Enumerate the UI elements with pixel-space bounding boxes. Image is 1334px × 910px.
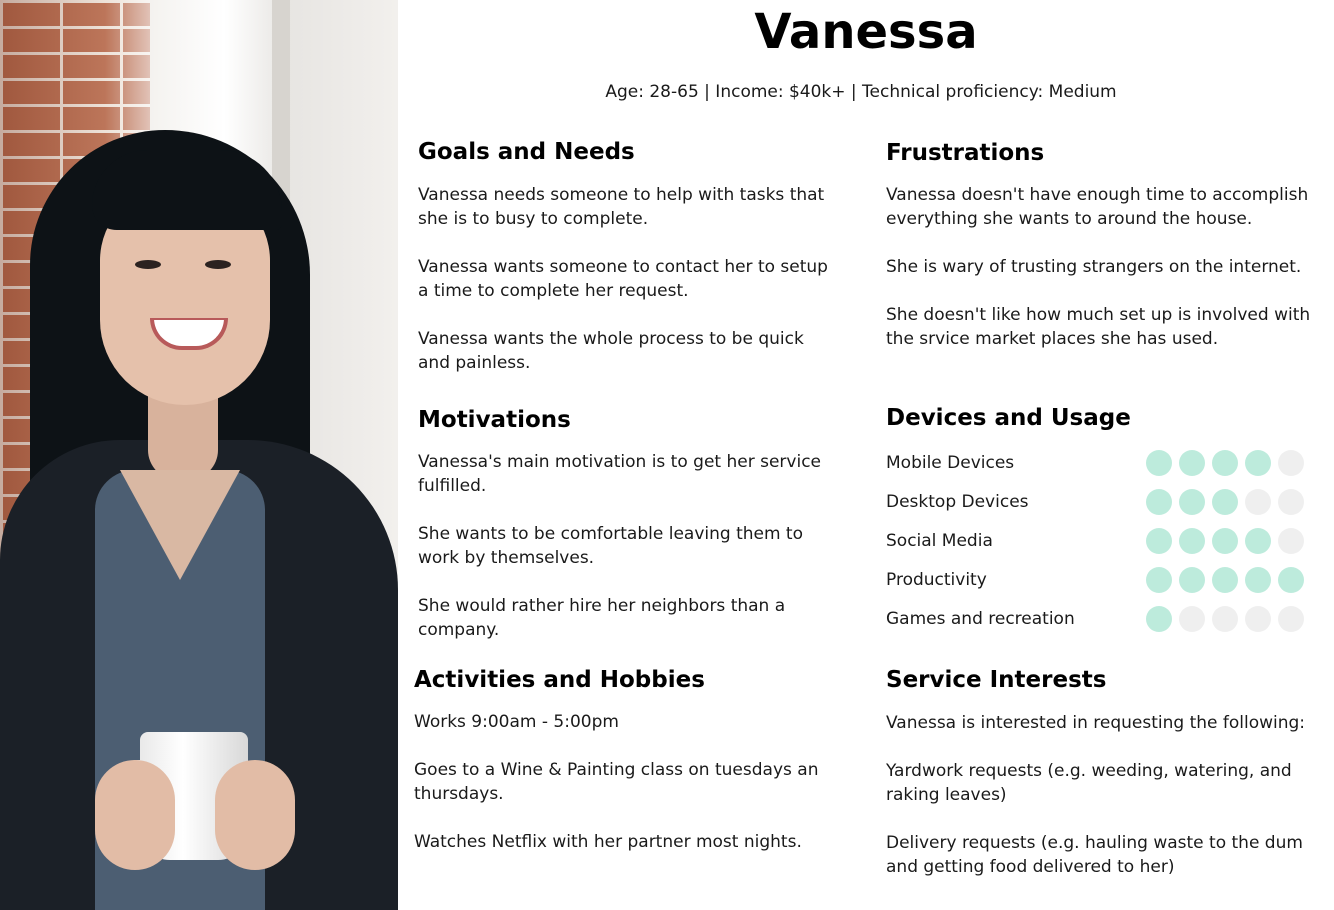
frustrations-heading: Frustrations bbox=[886, 140, 1045, 166]
device-usage-row: Mobile Devices bbox=[886, 450, 1306, 489]
usage-dot-empty bbox=[1278, 450, 1304, 476]
hair-fringe bbox=[92, 150, 282, 230]
usage-dot-filled bbox=[1278, 567, 1304, 593]
usage-dot-empty bbox=[1278, 528, 1304, 554]
device-usage-label: Desktop Devices bbox=[886, 492, 1029, 512]
usage-dot-filled bbox=[1179, 528, 1205, 554]
usage-dot-filled bbox=[1179, 450, 1205, 476]
persona-photo bbox=[0, 0, 398, 910]
usage-dot-filled bbox=[1245, 567, 1271, 593]
devices-heading: Devices and Usage bbox=[886, 405, 1131, 431]
goal-item: Vanessa needs someone to help with tasks… bbox=[418, 185, 825, 229]
right-hand bbox=[215, 760, 295, 870]
usage-dot-empty bbox=[1278, 489, 1304, 515]
usage-dot-empty bbox=[1212, 606, 1238, 632]
usage-dot-filled bbox=[1146, 567, 1172, 593]
devices-usage-list: Mobile Devices Desktop Devices Social Medi… bbox=[886, 450, 1306, 645]
usage-dot-filled bbox=[1179, 489, 1205, 515]
motivations-section: Motivations Vanessa's main motivation is… bbox=[418, 405, 838, 642]
activities-section: Activities and Hobbies Works 9:00am - 5:… bbox=[414, 665, 834, 854]
usage-dot-filled bbox=[1212, 567, 1238, 593]
activity-item: Works 9:00am - 5:00pm bbox=[414, 712, 619, 732]
usage-dot-filled bbox=[1146, 450, 1172, 476]
usage-dot-filled bbox=[1146, 606, 1172, 632]
service-interests-section: Service Interests Vanessa is interested … bbox=[886, 665, 1306, 879]
usage-dot-empty bbox=[1245, 489, 1271, 515]
activity-item: Watches Netflix with her partner most ni… bbox=[414, 832, 802, 852]
usage-dot-filled bbox=[1146, 489, 1172, 515]
device-usage-label: Mobile Devices bbox=[886, 453, 1015, 473]
device-usage-label: Social Media bbox=[886, 531, 993, 551]
motivations-heading: Motivations bbox=[418, 407, 571, 433]
motivation-item: Vanessa's main motivation is to get her … bbox=[418, 452, 821, 496]
service-interest-item: Delivery requests (e.g. hauling waste to… bbox=[886, 833, 1303, 877]
goal-item: Vanessa wants someone to contact her to … bbox=[418, 257, 828, 301]
frustrations-section: Frustrations Vanessa doesn't have enough… bbox=[886, 138, 1326, 351]
usage-dot-filled bbox=[1146, 528, 1172, 554]
frustration-item: She doesn't like how much set up is invo… bbox=[886, 305, 1311, 349]
device-usage-label: Games and recreation bbox=[886, 609, 1075, 629]
goals-section: Goals and Needs Vanessa needs someone to… bbox=[418, 137, 838, 375]
service-interests-heading: Service Interests bbox=[886, 667, 1107, 693]
motivation-item: She would rather hire her neighbors than… bbox=[418, 596, 786, 640]
device-usage-label: Productivity bbox=[886, 570, 987, 590]
usage-dot-empty bbox=[1245, 606, 1271, 632]
device-usage-row: Desktop Devices bbox=[886, 489, 1306, 528]
usage-dot-filled bbox=[1245, 450, 1271, 476]
goal-item: Vanessa wants the whole process to be qu… bbox=[418, 329, 804, 373]
activity-item: Goes to a Wine & Painting class on tuesd… bbox=[414, 760, 819, 804]
motivation-item: She wants to be comfortable leaving them… bbox=[418, 524, 803, 568]
frustration-item: Vanessa doesn't have enough time to acco… bbox=[886, 185, 1309, 229]
device-usage-row: Productivity bbox=[886, 567, 1306, 606]
neckline bbox=[120, 470, 240, 580]
usage-dot-filled bbox=[1212, 528, 1238, 554]
usage-dot-filled bbox=[1212, 489, 1238, 515]
devices-section: Devices and Usage bbox=[886, 403, 1326, 433]
usage-dot-filled bbox=[1212, 450, 1238, 476]
usage-dot-filled bbox=[1179, 567, 1205, 593]
persona-page: Vanessa Age: 28-65 | Income: $40k+ | Tec… bbox=[0, 0, 1334, 910]
usage-dot-filled bbox=[1245, 528, 1271, 554]
device-usage-row: Social Media bbox=[886, 528, 1306, 567]
goals-heading: Goals and Needs bbox=[418, 139, 635, 165]
persona-summary: Age: 28-65 | Income: $40k+ | Technical p… bbox=[605, 82, 1117, 102]
usage-dot-empty bbox=[1179, 606, 1205, 632]
left-eye bbox=[135, 260, 161, 269]
left-hand bbox=[95, 760, 175, 870]
service-interest-item: Yardwork requests (e.g. weeding, waterin… bbox=[886, 761, 1292, 805]
persona-name: Vanessa bbox=[754, 4, 978, 60]
device-usage-row: Games and recreation bbox=[886, 606, 1306, 645]
service-interest-item: Vanessa is interested in requesting the … bbox=[886, 713, 1306, 733]
usage-dot-empty bbox=[1278, 606, 1304, 632]
frustration-item: She is wary of trusting strangers on the… bbox=[886, 257, 1302, 277]
right-eye bbox=[205, 260, 231, 269]
activities-heading: Activities and Hobbies bbox=[414, 667, 705, 693]
